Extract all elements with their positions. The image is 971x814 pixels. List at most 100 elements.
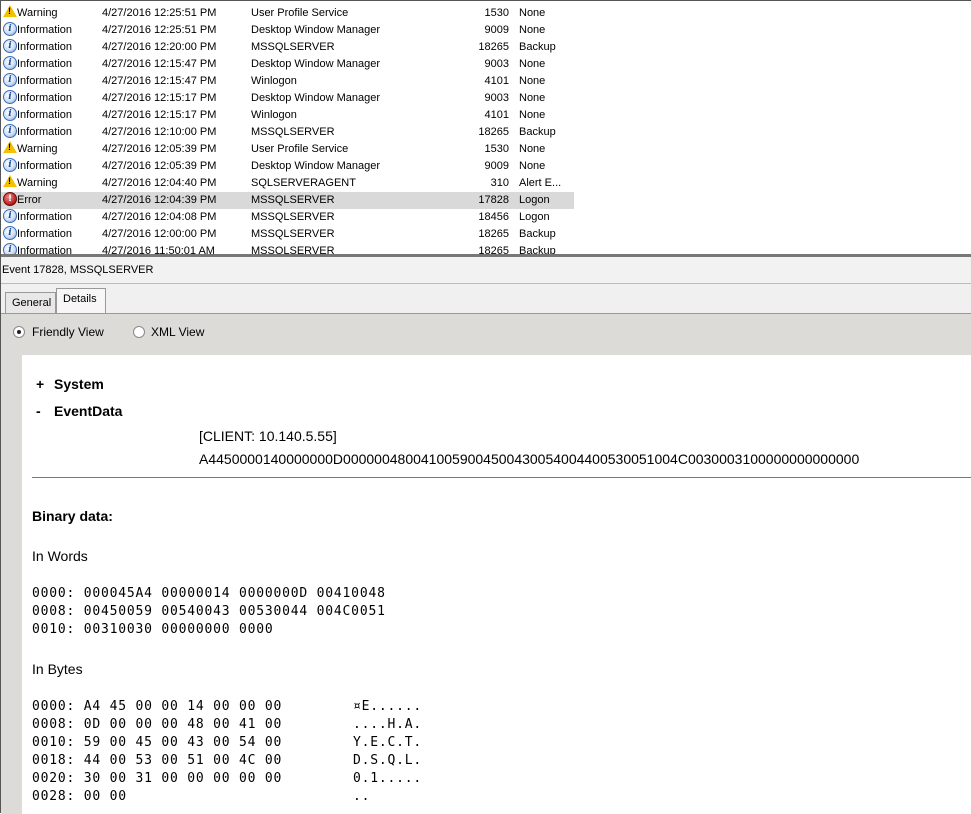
event-date: 4/27/2016 12:15:47 PM [102, 75, 217, 87]
tab-details[interactable]: Details [56, 288, 106, 313]
error-icon: ! [2, 192, 17, 209]
event-id: 17828 [478, 194, 509, 206]
event-source: User Profile Service [251, 143, 349, 155]
event-task: None [519, 58, 546, 70]
information-icon: i [2, 22, 17, 39]
system-section-title[interactable]: System [54, 376, 104, 392]
event-level: Information [17, 41, 73, 53]
event-date: 4/27/2016 12:20:00 PM [102, 41, 217, 53]
event-row[interactable]: i Information 4/27/2016 12:00:00 PM MSSQLSE… [1, 226, 574, 243]
event-level: Warning [17, 143, 58, 155]
event-level: Warning [17, 177, 58, 189]
event-source: MSSQLSERVER [251, 194, 335, 206]
bytes-hex-line: 0020: 30 00 31 00 00 00 00 00 [32, 771, 283, 786]
event-id: 18265 [478, 41, 509, 53]
bytes-ascii-line: ....H.A. [353, 717, 423, 732]
event-task: None [519, 143, 546, 155]
friendly-view-label[interactable]: Friendly View [32, 325, 104, 339]
event-level: Information [17, 211, 73, 223]
event-id: 1530 [484, 143, 509, 155]
friendly-view-radio[interactable] [13, 326, 25, 338]
warning-icon [2, 5, 17, 22]
event-id: 18265 [478, 228, 509, 240]
event-date: 4/27/2016 12:15:47 PM [102, 58, 217, 70]
event-task: None [519, 24, 546, 36]
event-source: MSSQLSERVER [251, 126, 335, 138]
event-level: Information [17, 58, 73, 70]
tab-general[interactable]: General [5, 292, 56, 313]
event-task: None [519, 160, 546, 172]
event-source: Desktop Window Manager [251, 58, 381, 70]
event-task: Backup [519, 126, 556, 138]
information-icon: i [2, 73, 17, 90]
event-row[interactable]: Warning 4/27/2016 12:04:40 PM SQLSERVERAGE… [1, 175, 574, 192]
event-id: 18265 [478, 126, 509, 138]
information-icon: i [2, 56, 17, 73]
event-date: 4/27/2016 12:25:51 PM [102, 7, 217, 19]
information-icon: i [2, 226, 17, 243]
event-row[interactable]: i Information 4/27/2016 12:15:17 PM Winlogo… [1, 107, 574, 124]
event-date: 4/27/2016 12:04:39 PM [102, 194, 217, 206]
detail-tab-strip: General Details [1, 284, 971, 314]
event-source: Desktop Window Manager [251, 24, 381, 36]
words-line: 0010: 00310030 00000000 0000 [32, 622, 274, 637]
event-date: 4/27/2016 12:00:00 PM [102, 228, 217, 240]
event-row[interactable]: Warning 4/27/2016 12:25:51 PM User Profile… [1, 5, 574, 22]
view-mode-bar: Friendly View XML View [1, 314, 971, 355]
event-row[interactable]: i Information 4/27/2016 12:20:00 PM MSSQLSE… [1, 39, 574, 56]
event-source: User Profile Service [251, 7, 349, 19]
information-icon: i [2, 124, 17, 141]
words-line: 0008: 00450059 00540043 00530044 004C005… [32, 604, 386, 619]
event-source: MSSQLSERVER [251, 228, 335, 240]
event-task: Alert E... [519, 177, 562, 189]
warning-icon [2, 141, 17, 158]
event-source: Winlogon [251, 75, 297, 87]
system-expand-toggle[interactable]: + [36, 376, 44, 392]
bytes-hex-line: 0028: 00 00 [32, 789, 127, 804]
event-row[interactable]: i Information 4/27/2016 12:04:08 PM MSSQLSE… [1, 209, 574, 226]
event-date: 4/27/2016 12:15:17 PM [102, 92, 217, 104]
event-detail-title: Event 17828, MSSQLSERVER [1, 257, 971, 284]
event-level: Warning [17, 7, 58, 19]
event-level: Information [17, 75, 73, 87]
information-icon: i [2, 158, 17, 175]
event-row[interactable]: i Information 4/27/2016 12:05:39 PM Desktop… [1, 158, 574, 175]
event-level: Error [17, 194, 42, 206]
event-row[interactable]: i Information 4/27/2016 12:15:17 PM Desktop… [1, 90, 574, 107]
eventdata-section-title[interactable]: EventData [54, 403, 122, 419]
bytes-hex-line: 0010: 59 00 45 00 43 00 54 00 [32, 735, 283, 750]
event-row[interactable]: i Information 4/27/2016 12:25:51 PM Desktop… [1, 22, 574, 39]
event-row[interactable]: i Information 4/27/2016 12:15:47 PM Winlogo… [1, 73, 574, 90]
content-gutter [1, 355, 22, 814]
event-row[interactable]: i Information 4/27/2016 12:15:47 PM Desktop… [1, 56, 574, 73]
event-list[interactable]: Warning 4/27/2016 12:25:51 PM User Profile… [1, 1, 971, 257]
event-date: 4/27/2016 12:05:39 PM [102, 143, 217, 155]
event-row[interactable]: Warning 4/27/2016 12:05:39 PM User Profile… [1, 141, 574, 158]
xml-view-label[interactable]: XML View [151, 325, 204, 339]
xml-view-radio[interactable] [133, 326, 145, 338]
event-task: None [519, 7, 546, 19]
event-task: Logon [519, 194, 550, 206]
bytes-ascii-line: Y.E.C.T. [353, 735, 423, 750]
event-id: 4101 [484, 109, 509, 121]
event-level: Information [17, 228, 73, 240]
section-divider [32, 477, 971, 478]
event-id: 9003 [484, 92, 509, 104]
information-icon: i [2, 107, 17, 124]
event-row[interactable]: i Information 4/27/2016 12:10:00 PM MSSQLSE… [1, 124, 574, 141]
event-source: Desktop Window Manager [251, 160, 381, 172]
bytes-ascii-line: D.S.Q.L. [353, 753, 423, 768]
bytes-ascii-line: .. [353, 789, 371, 804]
eventdata-collapse-toggle[interactable]: - [36, 403, 41, 419]
bytes-hex-line: 0008: 0D 00 00 00 48 00 41 00 [32, 717, 283, 732]
bytes-hex-line: 0000: A4 45 00 00 14 00 00 00 [32, 699, 283, 714]
event-row[interactable]: ! Error 4/27/2016 12:04:39 PM MSSQLSERVER 17… [1, 192, 574, 209]
event-source: MSSQLSERVER [251, 211, 335, 223]
event-id: 9003 [484, 58, 509, 70]
event-level: Information [17, 160, 73, 172]
event-id: 4101 [484, 75, 509, 87]
warning-icon [2, 175, 17, 192]
event-id: 18456 [478, 211, 509, 223]
event-date: 4/27/2016 12:04:40 PM [102, 177, 217, 189]
event-date: 4/27/2016 12:15:17 PM [102, 109, 217, 121]
